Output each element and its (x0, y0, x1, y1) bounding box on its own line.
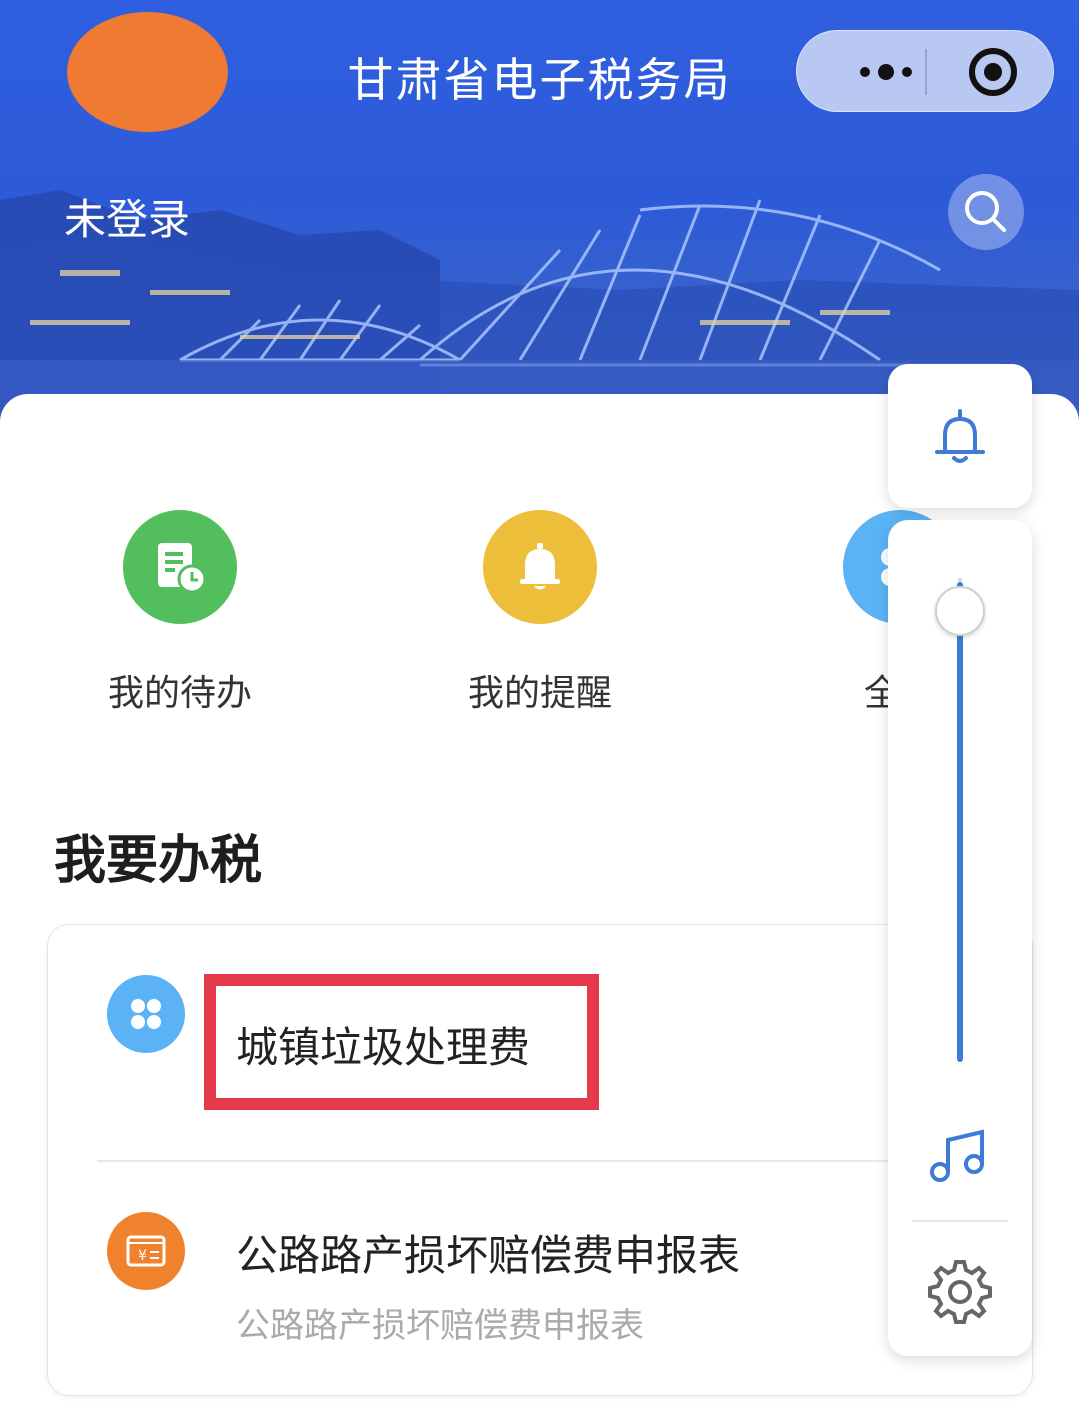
music-note-icon[interactable] (924, 1120, 996, 1192)
notification-button[interactable] (888, 364, 1032, 508)
bell-icon (483, 510, 597, 624)
quick-action-label: 我的待办 (107, 673, 252, 714)
mini-program-capsule (796, 30, 1054, 112)
search-icon[interactable] (948, 174, 1024, 250)
task-item-title[interactable]: 公路路产损坏赔偿费申报表 (236, 1222, 740, 1283)
quick-action-todo[interactable]: 我的待办 (80, 510, 280, 716)
highlight-annotation-box (204, 974, 599, 1110)
task-item-subtitle: 公路路产损坏赔偿费申报表 (236, 1306, 644, 1346)
quick-action-label: 我的提醒 (467, 673, 612, 714)
floating-side-panel (888, 520, 1032, 1356)
receipt-yen-icon: ¥ (107, 1212, 185, 1290)
panel-divider (912, 1220, 1008, 1222)
slider-knob[interactable] (935, 586, 985, 636)
bell-outline-icon (935, 409, 985, 463)
capsule-divider (925, 49, 927, 95)
quick-action-reminder[interactable]: 我的提醒 (440, 510, 640, 716)
login-status[interactable]: 未登录 (64, 186, 190, 247)
slider-track[interactable] (957, 582, 963, 1062)
target-circle-icon[interactable] (947, 31, 1037, 113)
more-dots-icon[interactable] (827, 31, 927, 113)
gear-icon[interactable] (926, 1256, 994, 1324)
section-title: 我要办税 (54, 831, 263, 891)
todo-document-clock-icon (123, 510, 237, 624)
svg-text:¥: ¥ (138, 1248, 147, 1264)
task-divider (97, 1160, 897, 1162)
four-dots-icon (107, 975, 185, 1053)
